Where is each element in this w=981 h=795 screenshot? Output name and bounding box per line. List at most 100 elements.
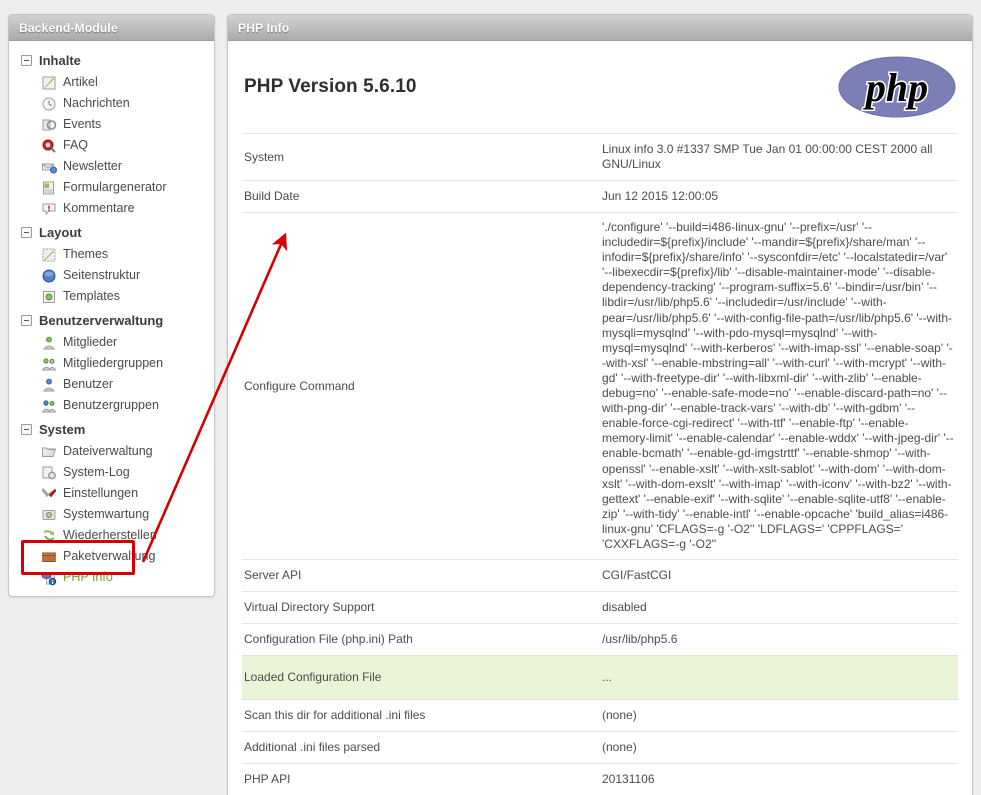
php-info-header: PHP Info (228, 15, 972, 41)
sidebar-item-label: Events (63, 117, 102, 131)
sidebar-header: Backend-Module (9, 15, 214, 41)
sidebar-item-kommentare[interactable]: Kommentare (9, 198, 214, 219)
comments-icon (41, 201, 57, 217)
sidebar-item-label: Seitenstruktur (63, 268, 141, 282)
user-icon (41, 377, 57, 393)
user-group-icon (41, 398, 57, 414)
table-row: Configuration File (php.ini) Path/usr/li… (242, 623, 958, 656)
sidebar-item-newsletter[interactable]: Newsletter (9, 156, 214, 177)
sidebar-group-label: Entwickler-Tools (39, 594, 142, 596)
sidebar-title: Backend-Module (19, 20, 118, 35)
sidebar-item-wiederherstellen[interactable]: Wiederherstellen (9, 525, 214, 546)
sidebar-item-dateiverwaltung[interactable]: Dateiverwaltung (9, 441, 214, 462)
sidebar-nav: Inhalte Artikel Nachrichten Events FAQ Newsle… (9, 41, 214, 596)
sidebar-item-mitgliedergruppen[interactable]: Mitgliedergruppen (9, 353, 214, 374)
news-icon (41, 96, 57, 112)
info-key: Build Date (242, 180, 600, 213)
maintenance-icon (41, 507, 57, 523)
sidebar-item-formulargenerator[interactable]: Formulargenerator (9, 177, 214, 198)
sidebar-group-toggle-inhalte[interactable]: Inhalte (9, 49, 214, 72)
info-key: Scan this dir for additional .ini files (242, 699, 600, 732)
info-key: Additional .ini files parsed (242, 731, 600, 764)
sidebar-item-label: Benutzer (63, 377, 114, 391)
php-info-panel: PHP Info PHP Version 5.6.10 php System Li… (227, 14, 973, 795)
sidebar-item-label: System-Log (63, 465, 130, 479)
sidebar-item-label: Systemwartung (63, 507, 150, 521)
sidebar-item-benutzergruppen[interactable]: Benutzergruppen (9, 395, 214, 416)
sidebar-group-layout: Layout Themes Seitenstruktur Templates (9, 221, 214, 307)
collapse-icon[interactable] (21, 227, 32, 238)
sidebar-group-label: Inhalte (39, 53, 81, 68)
sidebar-item-einstellungen[interactable]: Einstellungen (9, 483, 214, 504)
sidebar-item-label: Einstellungen (63, 486, 139, 500)
sidebar-item-benutzer[interactable]: Benutzer (9, 374, 214, 395)
page-root: Backend-Module Inhalte Artikel Nachrichten… (0, 0, 981, 795)
info-value: ... (600, 655, 958, 700)
sidebar-group-label: Layout (39, 225, 82, 240)
sidebar-item-mitglieder[interactable]: Mitglieder (9, 332, 214, 353)
php-version-row: PHP Version 5.6.10 php (242, 41, 958, 133)
table-row: Build Date Jun 12 2015 12:00:05 (242, 180, 958, 213)
sidebar-item-artikel[interactable]: Artikel (9, 72, 214, 93)
info-key: Configure Command (242, 211, 600, 560)
sidebar-item-themes[interactable]: Themes (9, 244, 214, 265)
templates-icon (41, 289, 57, 305)
sidebar-group-system: System Dateiverwaltung System-Log Einstellu… (9, 418, 214, 588)
sidebar-group-entwickler-tools: Entwickler-Tools (9, 590, 214, 597)
collapse-icon[interactable] (21, 315, 32, 326)
sidebar-item-systemwartung[interactable]: Systemwartung (9, 504, 214, 525)
sidebar-item-label: Wiederherstellen (63, 528, 157, 542)
themes-icon (41, 247, 57, 263)
php-version-heading: PHP Version 5.6.10 (244, 76, 417, 97)
php-info-body: PHP Version 5.6.10 php System Linux info … (228, 41, 972, 795)
info-key: PHP API (242, 763, 600, 795)
sidebar-item-templates[interactable]: Templates (9, 286, 214, 307)
sidebar-item-paketverwaltung[interactable]: Paketverwaltung (9, 546, 214, 567)
info-key: Virtual Directory Support (242, 591, 600, 624)
sidebar-item-label: Mitgliedergruppen (63, 356, 164, 370)
sidebar-group-toggle-benutzerverwaltung[interactable]: Benutzerverwaltung (9, 309, 214, 332)
info-value: Linux info 3.0 #1337 SMP Tue Jan 01 00:0… (600, 133, 958, 181)
sidebar-item-label: Paketverwaltung (63, 549, 156, 563)
faq-icon (41, 138, 57, 154)
sidebar-group-toggle-layout[interactable]: Layout (9, 221, 214, 244)
info-value: disabled (600, 591, 958, 624)
info-key: System (242, 133, 600, 181)
log-icon (41, 465, 57, 481)
sidebar-group-inhalte: Inhalte Artikel Nachrichten Events FAQ Newsle… (9, 49, 214, 219)
sidebar-item-label: FAQ (63, 138, 89, 152)
member-icon (41, 335, 57, 351)
sidebar-group-toggle-system[interactable]: System (9, 418, 214, 441)
sidebar-group-label: System (39, 422, 86, 437)
info-key: Server API (242, 559, 600, 592)
sidebar-item-label: Templates (63, 289, 120, 303)
sidebar-item-label: Benutzergruppen (63, 398, 159, 412)
sidebar-group-toggle-entwickler-tools[interactable]: Entwickler-Tools (9, 590, 214, 597)
collapse-icon[interactable] (21, 424, 32, 435)
sidebar-item-system-log[interactable]: System-Log (9, 462, 214, 483)
php-info-icon (41, 570, 57, 586)
member-group-icon (41, 356, 57, 372)
php-logo: php (838, 56, 956, 118)
sidebar-item-seitenstruktur[interactable]: Seitenstruktur (9, 265, 214, 286)
package-icon (41, 549, 57, 565)
sidebar-item-label: Dateiverwaltung (63, 444, 153, 458)
table-row: Virtual Directory Support disabled (242, 591, 958, 624)
collapse-icon[interactable] (21, 55, 32, 66)
events-icon (41, 117, 57, 133)
sidebar-group-benutzerverwaltung: Benutzerverwaltung Mitglieder Mitgliedergr… (9, 309, 214, 416)
info-value: (none) (600, 731, 958, 764)
table-row: Loaded Configuration File... (242, 655, 958, 700)
info-value: 20131106 (600, 763, 958, 795)
sidebar-item-php-info[interactable]: PHP Info (9, 567, 214, 588)
table-row: Configure Command './configure' '--build=… (242, 211, 958, 560)
sidebar-item-label: Formulargenerator (63, 180, 167, 194)
sidebar-item-nachrichten[interactable]: Nachrichten (9, 93, 214, 114)
expand-icon[interactable] (21, 596, 32, 597)
sidebar-item-events[interactable]: Events (9, 114, 214, 135)
tools-icon (41, 486, 57, 502)
sidebar-item-label: Nachrichten (63, 96, 130, 110)
info-value: Jun 12 2015 12:00:05 (600, 180, 958, 213)
sidebar-item-label: PHP Info (63, 570, 113, 584)
sidebar-item-faq[interactable]: FAQ (9, 135, 214, 156)
